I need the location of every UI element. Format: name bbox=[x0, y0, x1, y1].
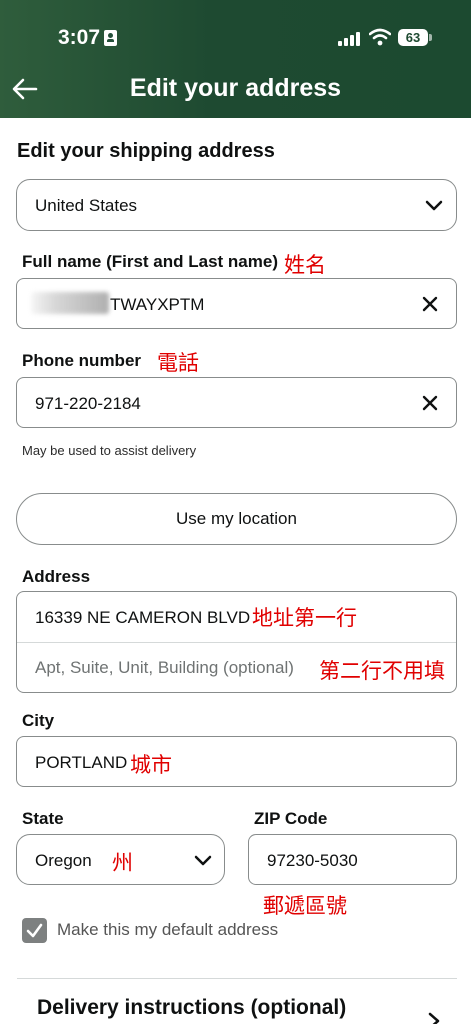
id-card-icon bbox=[104, 30, 117, 46]
cellular-signal-icon bbox=[338, 30, 362, 46]
address-line2-placeholder: Apt, Suite, Unit, Building (optional) bbox=[35, 658, 294, 677]
default-address-label[interactable]: Make this my default address bbox=[57, 920, 278, 940]
full-name-annotation: 姓名 bbox=[284, 254, 326, 277]
address-line1-annotation: 地址第一行 bbox=[252, 607, 357, 630]
phone-field[interactable]: 971-220-2184 bbox=[16, 377, 457, 428]
section-divider bbox=[17, 978, 457, 979]
state-label: State bbox=[22, 809, 64, 828]
battery-indicator: 63 bbox=[398, 29, 428, 46]
phone-hint: May be used to assist delivery bbox=[22, 443, 197, 458]
zip-label: ZIP Code bbox=[254, 809, 328, 828]
country-value: United States bbox=[35, 196, 138, 215]
chevron-down-icon bbox=[425, 200, 443, 211]
battery-tip-icon bbox=[429, 34, 432, 41]
page-title: Edit your address bbox=[129, 74, 342, 102]
address-label: Address bbox=[22, 567, 91, 586]
use-my-location-button[interactable]: Use my location bbox=[16, 493, 457, 545]
phone-annotation: 電話 bbox=[157, 352, 199, 375]
status-time: 3:07 bbox=[58, 26, 101, 49]
zip-annotation: 郵遞區號 bbox=[263, 895, 347, 918]
zip-value: 97230-5030 bbox=[267, 851, 358, 870]
app-header: 3:07 63 Edit your address bbox=[0, 0, 471, 118]
clear-icon[interactable] bbox=[422, 395, 438, 411]
address-line1-field[interactable]: 16339 NE CAMERON BLVD bbox=[17, 592, 456, 642]
default-address-checkbox[interactable] bbox=[22, 918, 47, 943]
city-value: PORTLAND bbox=[35, 753, 128, 772]
chevron-right-icon[interactable] bbox=[428, 1012, 440, 1024]
full-name-label: Full name (First and Last name) bbox=[22, 252, 278, 271]
clear-icon[interactable] bbox=[422, 296, 438, 312]
phone-label: Phone number bbox=[22, 351, 142, 370]
wifi-icon bbox=[369, 28, 391, 46]
address-line2-annotation: 第二行不用填 bbox=[319, 660, 445, 683]
zip-field[interactable]: 97230-5030 bbox=[248, 834, 457, 885]
state-annotation: 州 bbox=[112, 852, 133, 875]
redacted-name-blur bbox=[31, 292, 109, 314]
full-name-field[interactable]: TWAYXPTM bbox=[16, 278, 457, 329]
city-label: City bbox=[22, 711, 55, 730]
full-name-value: TWAYXPTM bbox=[110, 295, 205, 314]
phone-value: 971-220-2184 bbox=[35, 394, 141, 413]
country-select[interactable]: United States bbox=[16, 179, 457, 231]
city-field[interactable]: PORTLAND bbox=[16, 736, 457, 787]
chevron-down-icon bbox=[194, 855, 212, 866]
section-title: Edit your shipping address bbox=[17, 140, 275, 162]
city-annotation: 城市 bbox=[130, 754, 172, 777]
state-value: Oregon bbox=[35, 851, 92, 870]
address-line1-value: 16339 NE CAMERON BLVD bbox=[35, 608, 251, 627]
checkmark-icon bbox=[26, 923, 43, 938]
delivery-instructions-link[interactable]: Delivery instructions (optional) bbox=[37, 996, 346, 1020]
